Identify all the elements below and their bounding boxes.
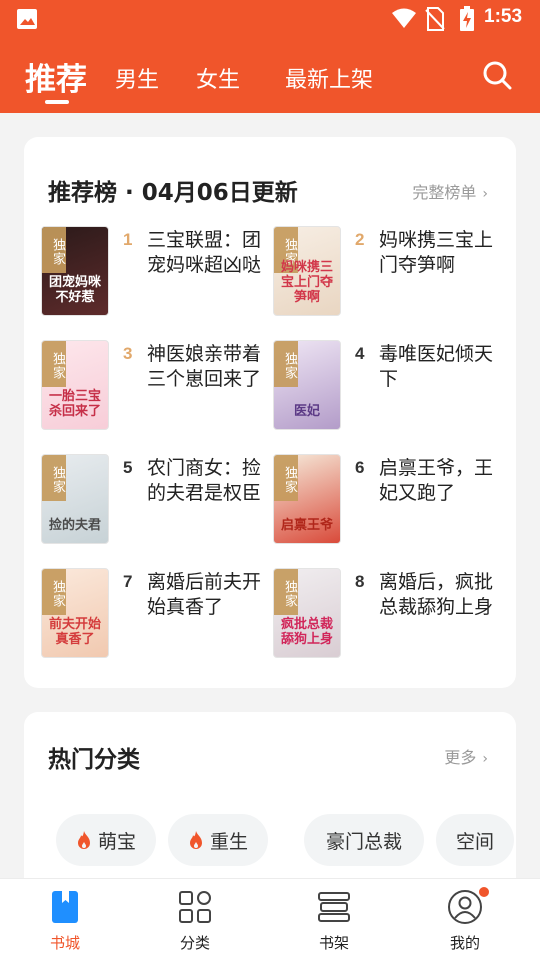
ranking-title: 推荐榜 · 04月06日更新 [48,180,298,206]
status-time: 1:53 [484,6,523,27]
book-cover[interactable]: 独家 一胎三宝杀回来了 [41,340,109,430]
exclusive-badge: 独家 [274,455,298,501]
ranking-book-item[interactable]: 独家 疯批总裁舔狗上身 8 离婚后，疯批总裁舔狗上身 [273,568,513,664]
rank-number: 7 [123,572,133,591]
category-chip[interactable]: 空间 [436,814,514,866]
chevron-right-icon: › [482,186,488,202]
nav-bookshelf-label: 书架 [318,934,349,952]
tab-recommend[interactable]: 推荐 [25,54,87,99]
exclusive-badge: 独家 [42,227,66,273]
rank-number: 5 [123,458,133,477]
book-cover[interactable]: 独家 疯批总裁舔狗上身 [273,568,341,658]
bottom-nav: 书城 分类 书架 我的 [0,878,540,960]
exclusive-badge: 独家 [42,569,66,615]
rank-number: 6 [355,458,365,477]
full-ranking-link[interactable]: 完整榜单 › [412,179,488,203]
book-title[interactable]: 三宝联盟：团宠妈咪超凶哒 [147,228,271,278]
more-categories-label: 更多 [444,748,477,767]
fire-icon [189,831,202,849]
notification-dot [479,887,489,897]
rank-number: 2 [355,230,365,249]
image-notification-icon [17,9,37,29]
nav-bookstore-label: 书城 [49,934,80,952]
nav-profile-label: 我的 [449,934,480,952]
category-chip-label: 萌宝 [97,830,136,853]
book-title[interactable]: 启禀王爷，王妃又跑了 [379,456,503,506]
no-sim-icon [425,7,445,31]
ranking-book-item[interactable]: 独家捡的夫君 5 农门商女：捡的夫君是权臣 [41,454,281,550]
category-chip[interactable]: 豪门总裁 [304,814,424,866]
category-chip[interactable]: 萌宝 [56,814,156,866]
book-cover[interactable]: 独家启禀王爷 [273,454,341,544]
category-chips: 萌宝 重生 豪门总裁 空间 [56,814,516,870]
cover-title-art: 医妃 [293,404,320,419]
book-cover[interactable]: 独家 妈咪携三宝上门夺笋啊 [273,226,341,316]
tab-new-releases[interactable]: 最新上架 [285,62,373,94]
category-chip-label: 空间 [455,830,494,853]
ranking-book-item[interactable]: 独家 团宠妈咪不好惹 1 三宝联盟：团宠妈咪超凶哒 [41,226,281,322]
rank-number: 8 [355,572,365,591]
tab-active-indicator [45,100,69,104]
book-cover[interactable]: 独家医妃 [273,340,341,430]
full-ranking-label: 完整榜单 [412,183,477,202]
ranking-card: 推荐榜 · 04月06日更新 完整榜单 › 独家 团宠妈咪不好惹 1 三宝联盟：团宠妈咪… [24,137,516,688]
category-grid-icon [179,891,211,923]
app-header: 1:53 推荐 男生 女生 最新上架 [0,0,540,113]
categories-title: 热门分类 [48,747,140,773]
book-cover[interactable]: 独家 团宠妈咪不好惹 [41,226,109,316]
cover-title-art: 团宠妈咪不好惹 [48,275,101,305]
nav-category-label: 分类 [179,934,210,952]
tab-male[interactable]: 男生 [115,62,159,94]
cover-title-art: 一胎三宝杀回来了 [48,389,101,419]
book-title[interactable]: 离婚后前夫开始真香了 [147,570,271,620]
status-bar: 1:53 [0,0,540,38]
exclusive-badge: 独家 [42,341,66,387]
cover-title-art: 启禀王爷 [280,518,333,533]
book-title[interactable]: 农门商女：捡的夫君是权臣 [147,456,271,506]
exclusive-badge: 独家 [274,341,298,387]
cover-title-art: 疯批总裁舔狗上身 [280,617,333,647]
wifi-icon [392,8,416,28]
fire-icon [77,831,90,849]
ranking-book-item[interactable]: 独家 一胎三宝杀回来了 3 神医娘亲带着三个崽回来了 [41,340,281,436]
rank-number: 1 [123,230,133,249]
book-title[interactable]: 神医娘亲带着三个崽回来了 [147,342,271,392]
book-title[interactable]: 妈咪携三宝上门夺笋啊 [379,228,503,278]
category-chip[interactable]: 重生 [168,814,268,866]
search-icon[interactable] [482,60,512,90]
ranking-book-item[interactable]: 独家启禀王爷 6 启禀王爷，王妃又跑了 [273,454,513,550]
battery-charging-icon [460,6,474,31]
book-store-icon [52,891,78,923]
category-chip-label: 重生 [209,830,248,853]
book-cover[interactable]: 独家捡的夫君 [41,454,109,544]
bookshelf-icon [318,892,350,922]
ranking-book-item[interactable]: 独家 前夫开始真香了 7 离婚后前夫开始真香了 [41,568,281,664]
tab-female[interactable]: 女生 [196,62,240,94]
nav-bookshelf[interactable]: 书架 [289,879,379,960]
book-title[interactable]: 毒唯医妃倾天下 [379,342,503,392]
cover-title-art: 捡的夫君 [48,518,101,533]
book-cover[interactable]: 独家 前夫开始真香了 [41,568,109,658]
exclusive-badge: 独家 [42,455,66,501]
rank-number: 4 [355,344,365,363]
exclusive-badge: 独家 [274,569,298,615]
ranking-book-item[interactable]: 独家 妈咪携三宝上门夺笋啊 2 妈咪携三宝上门夺笋啊 [273,226,513,322]
rank-number: 3 [123,344,133,363]
nav-profile[interactable]: 我的 [420,879,510,960]
category-chip-label: 豪门总裁 [325,830,402,853]
cover-title-art: 妈咪携三宝上门夺笋啊 [280,260,333,305]
book-title[interactable]: 离婚后，疯批总裁舔狗上身 [379,570,503,620]
top-tabs: 推荐 男生 女生 最新上架 [0,50,540,110]
ranking-book-item[interactable]: 独家医妃 4 毒唯医妃倾天下 [273,340,513,436]
nav-bookstore[interactable]: 书城 [20,879,110,960]
cover-title-art: 前夫开始真香了 [48,617,101,647]
more-categories-link[interactable]: 更多 › [444,744,488,768]
nav-category[interactable]: 分类 [150,879,240,960]
chevron-right-icon: › [482,751,488,767]
profile-icon [448,890,482,924]
